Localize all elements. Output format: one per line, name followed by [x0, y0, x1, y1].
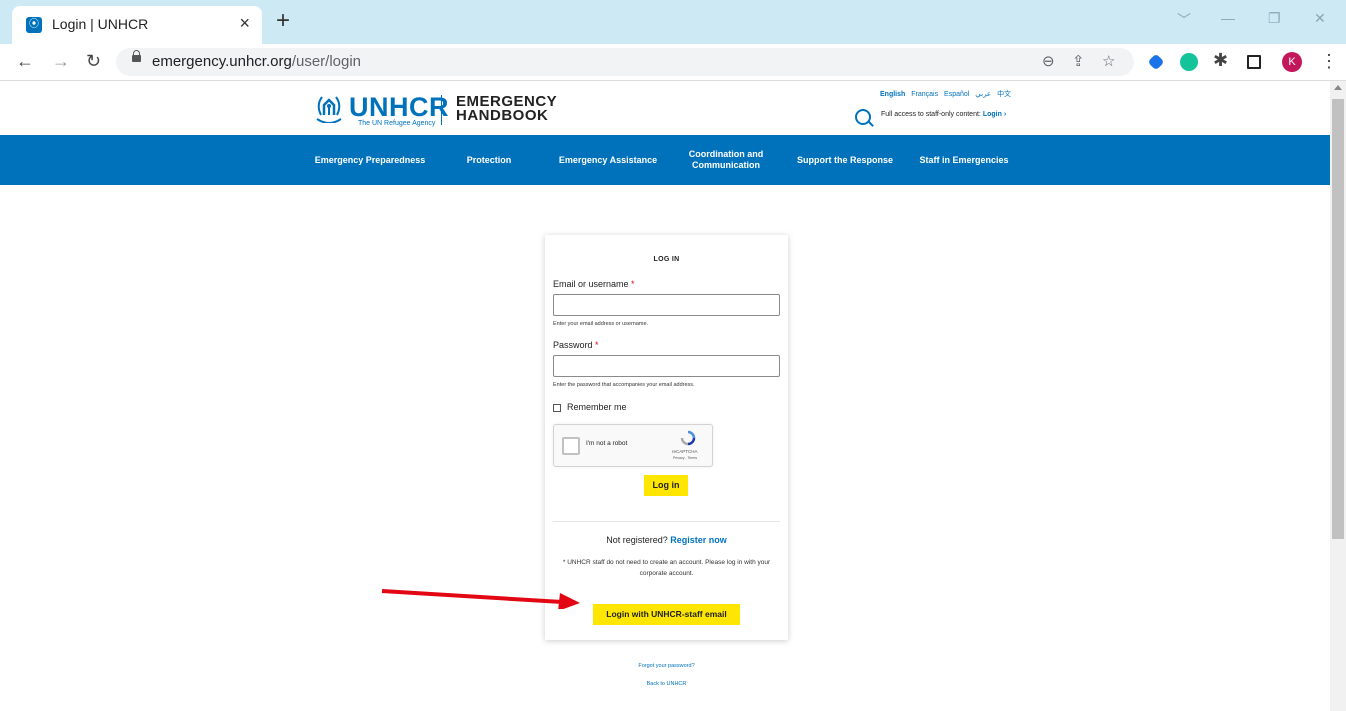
share-icon[interactable]: ⇪: [1072, 52, 1085, 70]
browser-tab-bar: ⦿ Login | UNHCR × + ﹀ — ❐ ✕: [0, 0, 1346, 44]
red-arrow-annotation: [381, 589, 580, 609]
search-icon[interactable]: [855, 109, 871, 125]
login-button[interactable]: Log in: [644, 475, 688, 496]
staff-access-notice: Full access to staff-only content: Login…: [881, 111, 1007, 118]
tab-title: Login | UNHCR: [52, 16, 149, 32]
address-bar[interactable]: emergency.unhcr.org/user/login ⊖ ⇪ ☆: [116, 48, 1134, 76]
unhcr-emblem-icon: [316, 96, 342, 123]
email-label: Email or username *: [553, 279, 635, 289]
remember-me[interactable]: Remember me: [553, 402, 627, 412]
window-close-icon[interactable]: ✕: [1314, 10, 1326, 27]
recaptcha-links[interactable]: Privacy - Terms: [673, 456, 697, 460]
logo-tagline: The UN Refugee Agency: [358, 120, 436, 127]
register-link[interactable]: Register now: [670, 535, 727, 545]
browser-tab-active[interactable]: ⦿ Login | UNHCR ×: [12, 6, 262, 44]
nav-coordination-communication[interactable]: Coordination and Communication: [683, 135, 769, 185]
zoom-icon[interactable]: ⊖: [1042, 52, 1055, 70]
tab-search-chevron-icon[interactable]: ﹀: [1177, 10, 1191, 30]
remember-me-checkbox[interactable]: [553, 403, 561, 412]
nav-staff-emergencies[interactable]: Staff in Emergencies: [910, 135, 1018, 185]
lang-arabic[interactable]: عربي: [975, 91, 991, 98]
handbook-title: EMERGENCY HANDBOOK: [456, 93, 558, 124]
forward-arrow-icon[interactable]: →: [52, 51, 70, 72]
lang-spanish[interactable]: Español: [944, 91, 969, 98]
nav-protection[interactable]: Protection: [458, 135, 520, 185]
scroll-up-icon[interactable]: [1334, 85, 1342, 90]
nav-support-response[interactable]: Support the Response: [790, 135, 900, 185]
lang-french[interactable]: Français: [911, 91, 938, 98]
extension-blue-icon[interactable]: [1147, 53, 1165, 71]
back-arrow-icon[interactable]: ←: [16, 51, 34, 72]
recaptcha-logo-icon: [680, 430, 696, 446]
page-scrollbar[interactable]: [1330, 81, 1346, 711]
email-field[interactable]: [553, 294, 780, 316]
new-tab-button[interactable]: +: [276, 7, 290, 35]
sidepanel-icon[interactable]: [1247, 55, 1261, 69]
recaptcha-checkbox[interactable]: [562, 437, 580, 455]
unhcr-favicon-icon: ⦿: [26, 17, 42, 33]
password-label: Password *: [553, 340, 599, 350]
reload-icon[interactable]: ↻: [86, 51, 101, 72]
grammarly-icon[interactable]: [1180, 53, 1198, 71]
nav-emergency-assistance[interactable]: Emergency Assistance: [553, 135, 663, 185]
nav-emergency-preparedness[interactable]: Emergency Preparedness: [308, 135, 432, 185]
lang-english[interactable]: English: [880, 91, 905, 98]
recaptcha-label: I'm not a robot: [586, 440, 628, 447]
staff-email-login-button[interactable]: Login with UNHCR-staff email: [593, 604, 740, 625]
profile-avatar[interactable]: K: [1282, 52, 1302, 72]
staff-login-link[interactable]: Login ›: [983, 111, 1006, 118]
language-switcher: English Français Español عربي 中文: [880, 89, 1015, 99]
email-help-text: Enter your email address or username.: [553, 321, 649, 327]
divider: [553, 521, 780, 522]
login-card: LOG IN Email or username * Enter your em…: [545, 235, 788, 640]
restore-icon[interactable]: ❐: [1268, 10, 1281, 27]
password-field[interactable]: [553, 355, 780, 377]
web-page: UNHCR The UN Refugee Agency EMERGENCY HA…: [0, 81, 1330, 711]
scrollbar-thumb[interactable]: [1332, 99, 1344, 539]
tab-close-icon[interactable]: ×: [239, 13, 250, 34]
forgot-password-link[interactable]: Forgot your password?: [545, 663, 788, 669]
url-text[interactable]: emergency.unhcr.org/user/login: [152, 53, 361, 70]
minimize-icon[interactable]: —: [1221, 10, 1235, 26]
logo-wordmark: UNHCR: [349, 92, 449, 122]
register-prompt: Not registered? Register now: [606, 535, 727, 545]
bookmark-star-icon[interactable]: ☆: [1102, 52, 1115, 70]
puzzle-icon[interactable]: ✱: [1213, 50, 1228, 71]
back-to-unhcr-link[interactable]: Back to UNHCR: [545, 681, 788, 687]
browser-menu-icon[interactable]: ⋮: [1320, 51, 1338, 72]
recaptcha-brand: reCAPTCHA: [672, 449, 698, 454]
lang-chinese[interactable]: 中文: [997, 91, 1011, 98]
password-help-text: Enter the password that accompanies your…: [553, 382, 695, 388]
main-nav: Emergency Preparedness Protection Emerge…: [0, 135, 1330, 185]
lock-icon[interactable]: [132, 50, 141, 62]
recaptcha-widget: I'm not a robot reCAPTCHA Privacy - Term…: [553, 424, 713, 467]
browser-toolbar: ← → ↻ emergency.unhcr.org/user/login ⊖ ⇪…: [0, 44, 1346, 81]
staff-note: * UNHCR staff do not need to create an a…: [562, 559, 771, 577]
login-title: LOG IN: [653, 256, 680, 263]
logo-divider: [441, 95, 442, 125]
